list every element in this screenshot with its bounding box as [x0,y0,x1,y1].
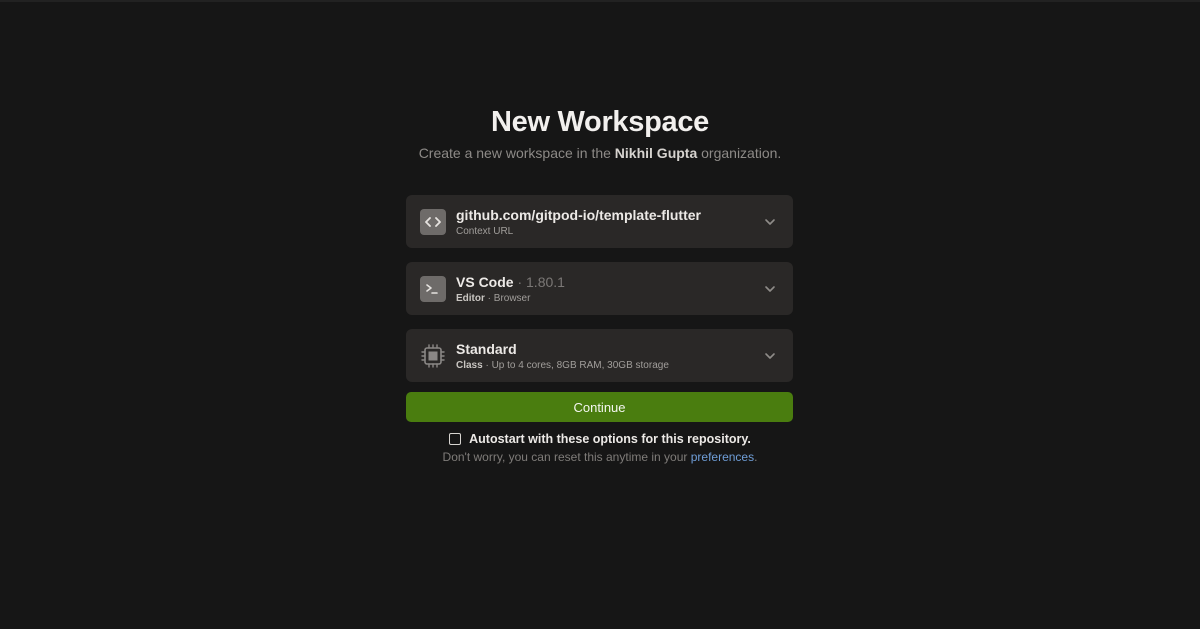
cpu-chip-icon [420,343,446,369]
context-url-selector[interactable]: github.com/gitpod-io/template-flutter Co… [406,195,793,248]
preferences-link[interactable]: preferences [691,450,754,464]
new-workspace-page: New Workspace Create a new workspace in … [0,0,1200,629]
editor-version: · 1.80.1 [517,274,565,290]
organization-name: Nikhil Gupta [614,145,698,161]
context-url-value: github.com/gitpod-io/template-flutter [456,207,701,223]
chevron-down-icon [765,353,775,359]
editor-detail: Editor · Browser [456,293,530,304]
chevron-down-icon [765,219,775,225]
editor-selector[interactable]: VS Code · 1.80.1 Editor · Browser [406,262,793,315]
workspace-class-detail: Class · Up to 4 cores, 8GB RAM, 30GB sto… [456,360,669,371]
editor-label: Editor [456,293,485,304]
workspace-class-selector[interactable]: Standard Class · Up to 4 cores, 8GB RAM,… [406,329,793,382]
reset-note-text: Don't worry, you can reset this anytime … [442,450,691,464]
reset-note: Don't worry, you can reset this anytime … [0,450,1200,464]
editor-name: VS Code · 1.80.1 [456,274,565,290]
subtitle-prefix: Create a new workspace in the [418,145,615,161]
continue-button[interactable]: Continue [406,392,793,422]
subtitle-suffix: organization. [697,145,782,161]
reset-note-suffix: . [754,450,758,464]
code-brackets-icon [420,209,446,235]
autostart-checkbox[interactable] [449,433,462,445]
autostart-option: Autostart with these options for this re… [0,432,1200,446]
terminal-icon [420,276,446,302]
editor-mode: · Browser [484,293,531,304]
page-subtitle: Create a new workspace in the Nikhil Gup… [0,145,1200,161]
workspace-class-name: Standard [456,341,517,357]
workspace-class-specs: · Up to 4 cores, 8GB RAM, 30GB storage [482,360,669,371]
editor-name-text: VS Code [456,274,514,290]
autostart-label[interactable]: Autostart with these options for this re… [469,432,751,446]
workspace-class-label: Class [456,360,483,371]
page-title: New Workspace [491,106,709,138]
chevron-down-icon [765,286,775,292]
context-url-label: Context URL [456,226,514,237]
